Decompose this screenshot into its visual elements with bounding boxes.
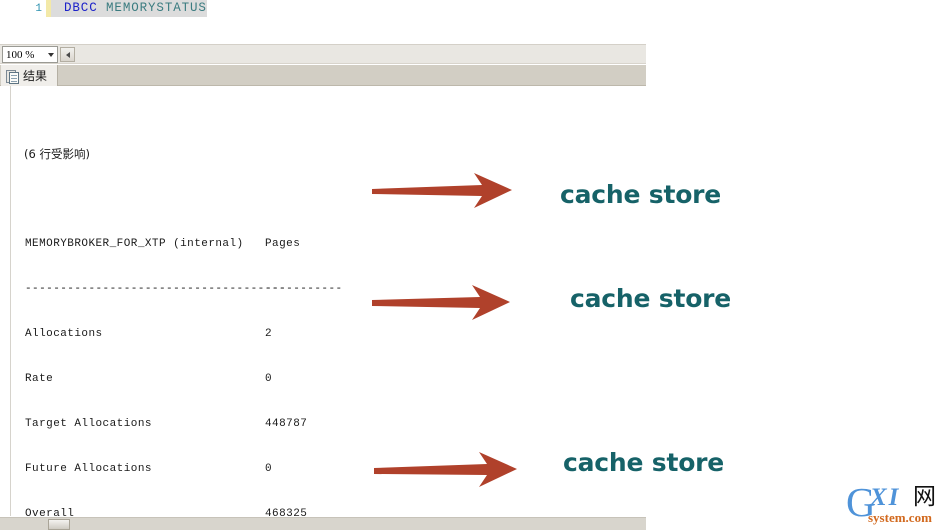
sql-statement[interactable]: DBCC MEMORYSTATUS [51,0,207,17]
watermark-domain: system.com [868,510,932,525]
results-horizontal-scrollbar[interactable] [0,517,646,530]
row-value: 468325 [265,508,308,516]
table-row: Target Allocations 448787 [11,417,646,432]
ssms-window: 1 DBCC MEMORYSTATUS 100 % 结果 (6 行受影响) ME… [0,0,646,530]
row-label: Target Allocations [25,418,152,430]
annotation-1-arrow [370,170,515,212]
tab-results[interactable]: 结果 [1,65,59,86]
row-label: Overall [25,508,75,516]
triangle-right-icon [65,51,70,58]
zoom-level-value: 100 % [6,48,35,61]
result-header-right: Pages [265,238,301,250]
grid-results-icon [6,69,19,84]
row-value: 0 [265,463,273,475]
result-separator-row: ------------------------------------- --… [11,282,646,297]
line-number: 1 [35,2,42,15]
watermark-letters-xi: XI [870,484,901,511]
separator-left: ------------------------------------- [25,283,286,295]
row-label: Future Allocations [25,463,152,475]
annotation-2-arrow [370,283,515,325]
arrow-right-icon [374,452,517,487]
annotation-3-arrow [372,450,517,492]
annotation-1-label: cache store [560,180,722,209]
table-row: Rate 0 [11,372,646,387]
results-pane[interactable]: (6 行受影响) MEMORYBROKER_FOR_XTP (internal)… [0,86,646,516]
zoom-level-combobox[interactable]: 100 % [2,46,58,63]
watermark-char-wang: 网 [913,484,936,510]
query-editor[interactable]: 1 DBCC MEMORYSTATUS [0,0,646,44]
row-value: 0 [265,373,273,385]
row-label: Allocations [25,328,103,340]
results-gutter [0,86,11,516]
scrollbar-thumb[interactable] [48,519,70,530]
row-value: 2 [265,328,273,340]
annotation-3-label: cache store [563,448,725,477]
results-text: (6 行受影响) MEMORYBROKER_FOR_XTP (internal)… [11,86,646,516]
editor-status-strip: 100 % [0,44,646,64]
rowcount-message: (6 行受影响) [24,147,90,161]
arrow-right-icon [372,173,512,208]
arrow-right-icon [372,285,510,320]
watermark: G XI 网 system.com [846,482,942,528]
row-label: Rate [25,373,54,385]
result-header-row: MEMORYBROKER_FOR_XTP (internal) Pages [11,237,646,252]
annotation-2-label: cache store [570,284,732,313]
sql-command: MEMORYSTATUS [97,1,207,15]
table-row: Overall 468325 [11,507,646,516]
results-tabstrip: 结果 [0,65,646,86]
result-header-left: MEMORYBROKER_FOR_XTP (internal) [25,238,244,250]
tab-results-label: 结果 [23,69,48,83]
table-row: Future Allocations 0 [11,462,646,477]
splitter-button[interactable] [60,47,75,62]
editor-line-1[interactable]: 1 DBCC MEMORYSTATUS [0,0,207,17]
chevron-down-icon[interactable] [44,47,57,62]
sql-keyword: DBCC [64,1,98,15]
separator-right: ----------- [265,283,343,295]
table-row: Allocations 2 [11,327,646,342]
row-value: 448787 [265,418,308,430]
